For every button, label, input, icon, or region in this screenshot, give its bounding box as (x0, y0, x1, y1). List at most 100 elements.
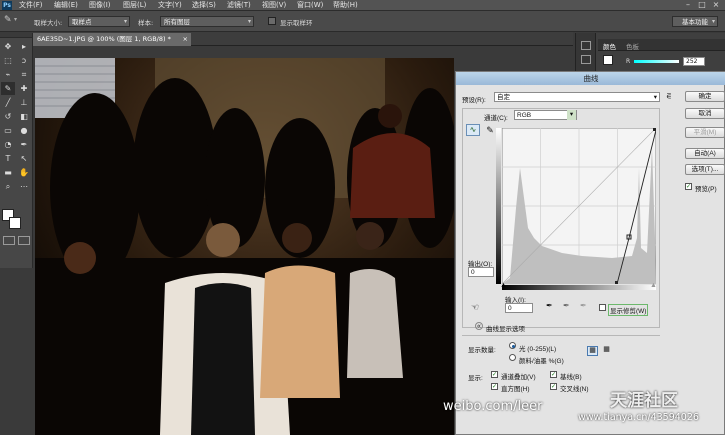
preset-select[interactable]: 自定 ▾ (494, 92, 660, 102)
show-clipping-checkbox[interactable] (599, 304, 606, 311)
menu-layer[interactable]: 图层(L) (123, 0, 146, 11)
menu-type[interactable]: 文字(Y) (158, 0, 182, 11)
smooth-button[interactable]: 平滑(M) (685, 127, 725, 138)
detailed-grid-icon[interactable]: ▦ (601, 346, 612, 356)
screen-mode-icon[interactable] (18, 236, 30, 245)
preview-label: 预览(P) (695, 186, 717, 193)
document-tab-title: 6AE35D~1.JPG @ 100% (图层 1, RGB/8) * (37, 35, 171, 43)
quick-mask-icon[interactable] (3, 236, 15, 245)
type-tool-icon[interactable]: T (1, 152, 15, 165)
minimize-button[interactable]: – (681, 0, 695, 10)
light-option-label: 光 (0-255)(L) (519, 346, 557, 353)
input-gradient-bar (502, 285, 656, 290)
draw-pencil-icon[interactable]: ✎ (484, 124, 496, 136)
light-radio[interactable] (509, 342, 516, 349)
blur-tool-icon[interactable]: ● (17, 124, 31, 137)
menu-view[interactable]: 视图(V) (262, 0, 286, 11)
preset-options-icon[interactable]: ⋷ (666, 92, 672, 101)
menu-file[interactable]: 文件(F) (19, 0, 43, 11)
channel-chevron-icon: ▾ (567, 110, 576, 120)
show-clipping-label: 显示修剪(W) (608, 304, 649, 316)
path-select-tool-icon[interactable]: ↖ (17, 152, 31, 165)
black-eyedropper-icon[interactable]: ✒ (546, 301, 553, 310)
weibo-watermark: weibo.com/leer (443, 399, 543, 414)
quick-select-tool-icon[interactable]: ⌁ (1, 68, 15, 81)
tab-color[interactable]: 颜色 (603, 41, 616, 51)
channel-select[interactable]: RGB ▾ (514, 110, 577, 120)
show-label: 显示: (468, 375, 483, 382)
menu-help[interactable]: 帮助(H) (333, 0, 358, 11)
color-swatch-fg[interactable] (603, 55, 613, 65)
curve-edit-points-icon[interactable]: ∿ (466, 124, 480, 136)
gray-eyedropper-icon[interactable]: ✒ (563, 301, 570, 310)
shape-tool-icon[interactable]: ▬ (1, 166, 15, 179)
options-button[interactable]: 选项(T)... (685, 164, 725, 175)
zoom-tool-icon[interactable]: ⌕ (1, 180, 15, 193)
options-bar: ✎ ▾ 取样大小: 取样点 样本: 所有图层 显示取样环 基本功能 (0, 11, 725, 32)
preset-chevron-icon: ▾ (653, 94, 657, 101)
menu-filter[interactable]: 滤镜(T) (227, 0, 251, 11)
show-ring-checkbox[interactable] (268, 17, 276, 25)
crop-tool-icon[interactable]: ⌗ (17, 68, 31, 81)
workspace-select[interactable]: 基本功能 (672, 16, 718, 27)
maximize-button[interactable]: □ (695, 0, 709, 10)
gradient-tool-icon[interactable]: ▭ (1, 124, 15, 137)
close-button[interactable]: × (709, 0, 723, 10)
sample-select[interactable]: 所有图层 (160, 16, 254, 27)
curves-graph[interactable] (502, 128, 656, 284)
baseline-checkbox[interactable]: ✓ (550, 371, 557, 378)
extra-tool-icon[interactable]: ⋯ (17, 180, 31, 193)
black-point-slider-icon[interactable]: ▲ (500, 282, 507, 289)
white-eyedropper-icon[interactable]: ✒ (580, 301, 587, 310)
pigment-radio[interactable] (509, 354, 516, 361)
move-tool-icon[interactable]: ✥ (1, 40, 15, 53)
eraser-tool-icon[interactable]: ◧ (17, 110, 31, 123)
arrow-tool-icon[interactable]: ▸ (17, 40, 31, 53)
eyedropper-tool-icon[interactable]: ✎ (4, 15, 12, 25)
marquee-tool-icon[interactable]: ⬚ (1, 54, 15, 67)
pen-tool-icon[interactable]: ✒ (17, 138, 31, 151)
preview-checkbox[interactable]: ✓ (685, 183, 692, 190)
document-tab-close-icon[interactable]: × (183, 33, 188, 46)
show-ring-label: 显示取样环 (280, 19, 313, 27)
preset-value: 自定 (497, 94, 510, 101)
intersection-label: 交叉线(N) (560, 386, 589, 393)
sample-size-select[interactable]: 取样点 (68, 16, 130, 27)
white-point-slider-icon[interactable]: ▲ (650, 282, 657, 289)
intersection-checkbox[interactable]: ✓ (550, 383, 557, 390)
properties-panel-icon[interactable] (581, 55, 591, 64)
channel-overlays-label: 通道叠加(V) (501, 374, 536, 381)
clone-stamp-tool-icon[interactable]: ⊥ (17, 96, 31, 109)
simple-grid-icon[interactable]: ▦ (587, 346, 598, 356)
r-channel-input[interactable]: 252 (683, 57, 705, 66)
document-tab[interactable]: 6AE35D~1.JPG @ 100% (图层 1, RGB/8) * × (33, 33, 191, 46)
canvas-photo[interactable] (35, 58, 454, 435)
ok-button[interactable]: 确定 (685, 91, 725, 102)
on-image-adjust-icon[interactable]: ☜ (471, 302, 479, 313)
histogram-checkbox[interactable]: ✓ (491, 383, 498, 390)
input-input[interactable]: 0 (505, 303, 533, 313)
menu-image[interactable]: 图像(I) (89, 0, 111, 11)
output-input[interactable]: 0 (468, 267, 494, 277)
auto-button[interactable]: 自动(A) (685, 148, 725, 159)
photoshop-logo: Ps (2, 1, 12, 10)
history-panel-icon[interactable] (581, 41, 591, 50)
r-channel-label: R (626, 58, 631, 65)
lasso-tool-icon[interactable]: ↄ (17, 54, 31, 67)
r-channel-slider[interactable] (634, 60, 679, 63)
background-color-swatch[interactable] (9, 217, 21, 229)
menu-edit[interactable]: 编辑(E) (54, 0, 78, 11)
tool-preset-chevron-icon[interactable]: ▾ (14, 16, 17, 23)
dodge-tool-icon[interactable]: ◔ (1, 138, 15, 151)
healing-brush-tool-icon[interactable]: ✚ (17, 82, 31, 95)
menu-window[interactable]: 窗口(W) (297, 0, 323, 11)
cancel-button[interactable]: 取消 (685, 108, 725, 119)
eyedropper-icon[interactable]: ✎ (1, 82, 15, 95)
tab-swatches[interactable]: 色板 (626, 41, 639, 51)
expand-options-icon[interactable]: « (475, 322, 483, 330)
hand-tool-icon[interactable]: ✋ (17, 166, 31, 179)
brush-tool-icon[interactable]: ╱ (1, 96, 15, 109)
channel-overlays-checkbox[interactable]: ✓ (491, 371, 498, 378)
history-brush-tool-icon[interactable]: ↺ (1, 110, 15, 123)
menu-select[interactable]: 选择(S) (192, 0, 216, 11)
